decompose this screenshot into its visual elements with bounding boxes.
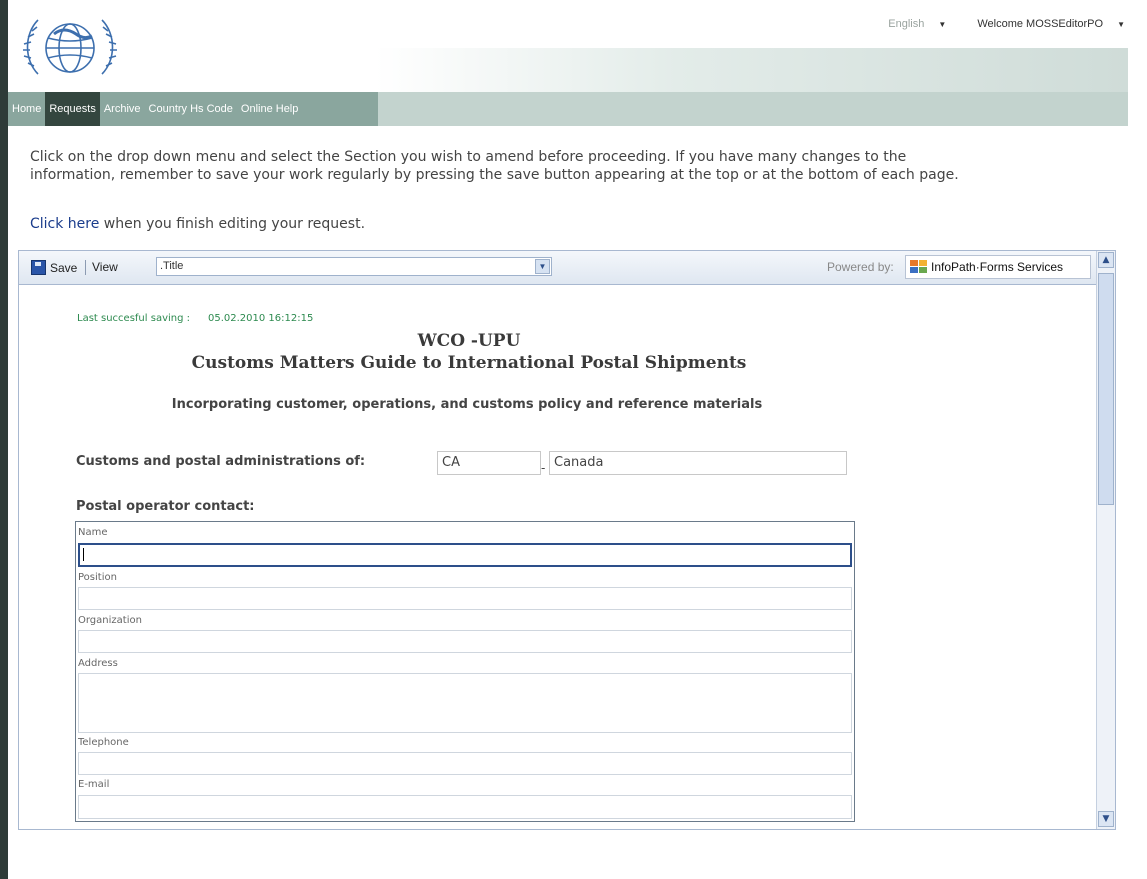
postal-contact-section: Name Position Organization Address Telep… [75,521,855,822]
top-links: English ▼ Welcome MOSSEditorPO ▼ [860,18,1125,30]
chevron-down-icon: ▼ [938,20,947,29]
organization-input[interactable] [78,630,852,653]
form-toolbar: Save View .Title ▼ Powered by: InfoPath·… [19,251,1097,285]
email-label: E-mail [78,779,110,790]
view-select[interactable]: .Title ▼ [156,257,552,276]
telephone-input[interactable] [78,752,852,775]
welcome-label: Welcome MOSSEditorPO [977,18,1104,30]
scroll-up-icon[interactable]: ▲ [1098,252,1114,268]
main-nav: Home Requests Archive Country Hs Code On… [8,92,378,126]
position-label: Position [78,572,117,583]
instructions-text: Click on the drop down menu and select t… [30,148,1130,184]
infopath-logo-icon [910,260,928,274]
view-select-value: .Title [160,260,184,272]
last-saved-status: Last succesful saving : 05.02.2010 16:12:… [77,313,313,324]
finish-message: Click here when you finish editing your … [30,216,365,232]
last-saved-label: Last succesful saving : [77,313,190,324]
instructions-line-2: information, remember to save your work … [30,167,959,183]
nav-item-archive[interactable]: Archive [100,92,145,126]
text-cursor [83,548,84,561]
country-separator: - [541,461,546,475]
toolbar-separator [85,260,86,275]
infopath-form-frame: Save View .Title ▼ Powered by: InfoPath·… [18,250,1116,830]
form-content: Last succesful saving : 05.02.2010 16:12:… [19,285,1097,829]
left-rail [0,0,8,879]
country-name-field[interactable]: Canada [549,451,847,475]
form-subtitle: Incorporating customer, operations, and … [171,397,763,412]
country-code-field[interactable]: CA [437,451,541,475]
save-icon [31,260,46,275]
infopath-label: InfoPath·Forms Services [931,260,1064,274]
chevron-down-icon[interactable]: ▼ [535,259,550,274]
last-saved-time: 05.02.2010 16:12:15 [208,313,314,324]
powered-by-label: Powered by: [827,260,894,274]
form-title-line-2: Customs Matters Guide to International P… [191,353,747,373]
form-scrollbar[interactable]: ▲ ▼ [1096,251,1115,829]
language-selector[interactable]: English ▼ [874,18,946,30]
instructions-line-1: Click on the drop down menu and select t… [30,149,907,165]
form-title: WCO -UPU [417,331,521,351]
nav-item-online-help[interactable]: Online Help [237,92,302,126]
user-menu[interactable]: Welcome MOSSEditorPO ▼ [963,18,1125,30]
admin-label: Customs and postal administrations of: [76,454,366,469]
view-label: View [92,260,118,274]
postal-contact-title: Postal operator contact: [76,499,255,514]
scrollbar-thumb[interactable] [1098,273,1114,505]
email-input[interactable] [78,795,852,819]
telephone-label: Telephone [78,737,129,748]
un-logo-icon[interactable] [18,12,122,86]
save-label: Save [50,260,78,275]
nav-item-home[interactable]: Home [8,92,45,126]
language-label: English [888,18,925,30]
nav-bar-filler [378,92,1128,126]
click-here-link[interactable]: Click here [30,216,99,232]
chevron-down-icon: ▼ [1117,20,1125,29]
infopath-forms-services-link[interactable]: InfoPath·Forms Services [905,255,1091,279]
nav-item-requests[interactable]: Requests [45,92,100,126]
organization-label: Organization [78,615,142,626]
address-label: Address [78,658,118,669]
name-label: Name [78,527,108,538]
name-input[interactable] [78,543,852,567]
finish-message-text: when you finish editing your request. [99,216,366,232]
scroll-down-icon[interactable]: ▼ [1098,811,1114,827]
position-input[interactable] [78,587,852,610]
save-button[interactable]: Save [31,260,77,275]
address-input[interactable] [78,673,852,733]
header-banner [375,48,1128,92]
nav-item-country-hs-code[interactable]: Country Hs Code [145,92,237,126]
